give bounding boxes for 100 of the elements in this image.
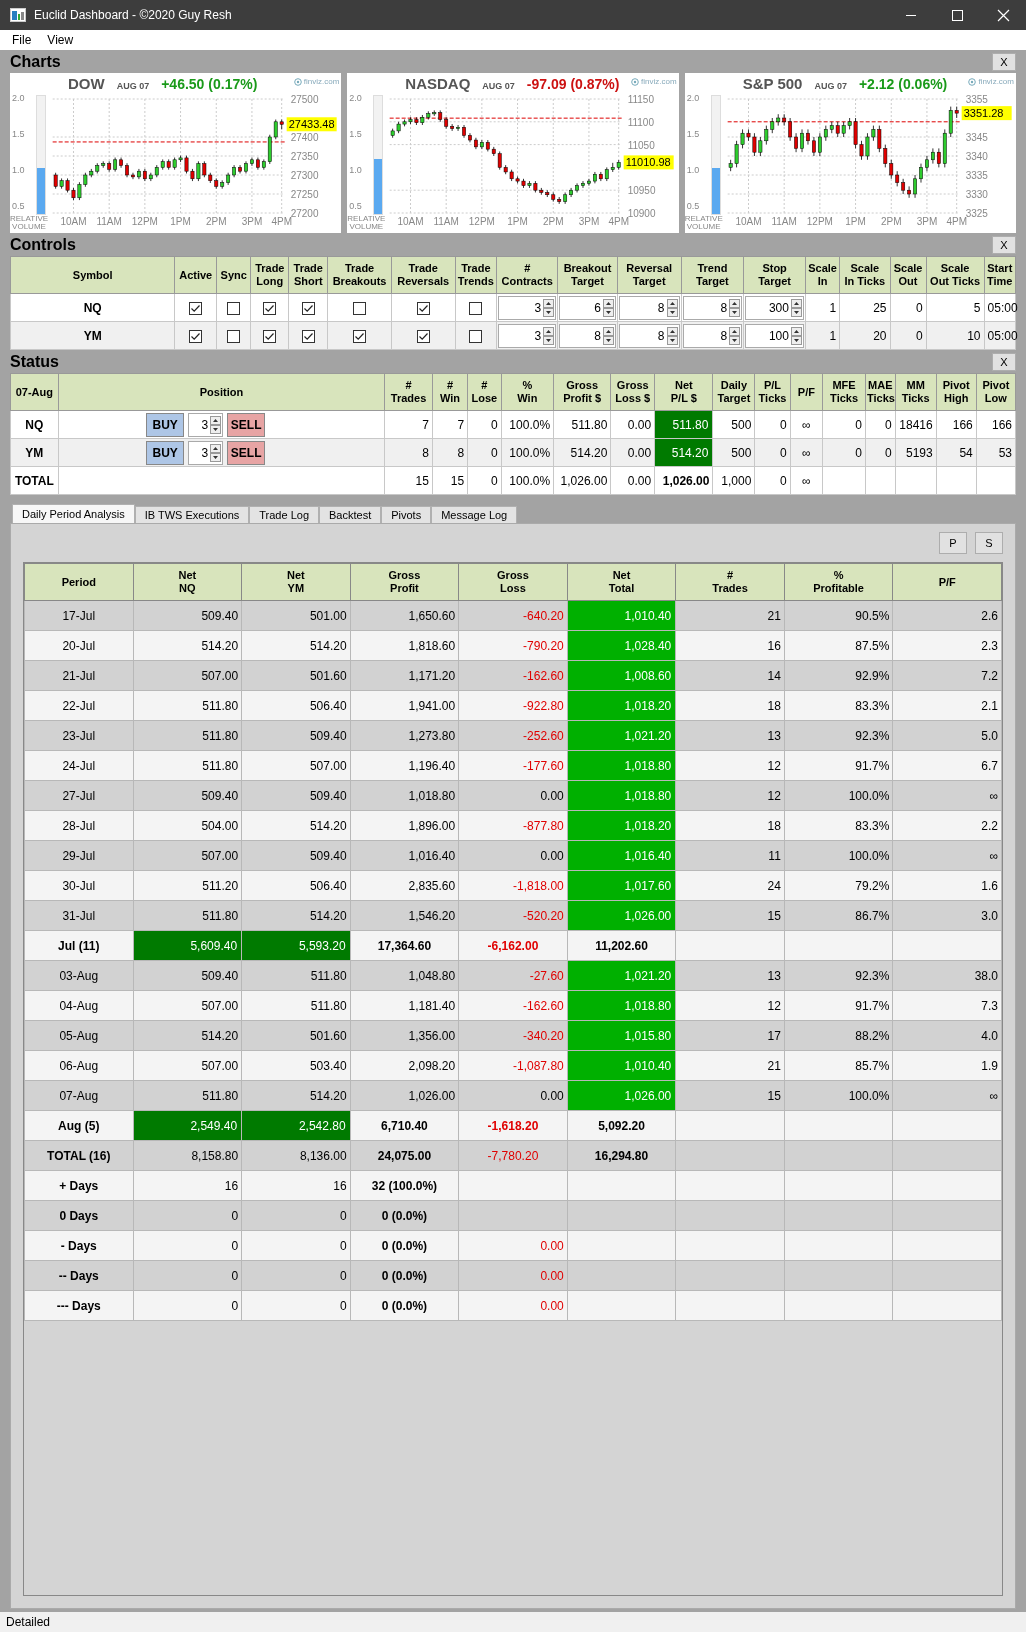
table-cell: 1,018.80 <box>567 751 676 780</box>
table-cell: 16 <box>241 1170 351 1201</box>
axis-label: 11100 <box>628 116 655 128</box>
column-header: Daily Target <box>712 373 755 411</box>
table-cell: 1 <box>805 293 840 322</box>
table-cell: 1,048.80 <box>350 960 459 991</box>
table-cell: -252.60 <box>458 720 568 751</box>
column-header: Net YM <box>241 563 351 601</box>
table-cell: 1,171.20 <box>350 660 459 691</box>
period-cell: 31-Jul <box>24 900 134 931</box>
column-header: Scale Out <box>890 256 927 294</box>
axis-label: 3345 <box>965 132 988 143</box>
table-cell: 501.60 <box>241 660 351 691</box>
table-cell: 501.00 <box>241 600 351 631</box>
period-cell: 0 Days <box>24 1200 134 1231</box>
table-cell: 90.5% <box>784 600 893 631</box>
axis-label: 12PM <box>131 216 158 227</box>
window-title: Euclid Dashboard - ©2020 Guy Resh <box>34 8 233 22</box>
table-cell: ∞ <box>892 840 1002 871</box>
table-cell: 100.0% <box>501 410 554 439</box>
table-cell: 100.0% <box>784 1080 893 1111</box>
table-cell: 83.3% <box>784 810 893 841</box>
table-cell: 514.20 <box>241 630 351 661</box>
table-cell: 1,010.40 <box>567 601 676 630</box>
column-header: Net P/L $ <box>654 373 713 411</box>
table-cell: 0 <box>822 410 866 439</box>
column-header: Pivot High <box>936 373 977 411</box>
section-title: Charts <box>10 52 61 71</box>
axis-label: 0.5 <box>12 201 25 211</box>
axis-label: 1.0 <box>686 165 700 175</box>
period-cell: --- Days <box>24 1290 134 1321</box>
table-cell: 0.00 <box>610 410 655 439</box>
period-cell: 17-Jul <box>24 600 134 631</box>
table-cell: 0.00 <box>458 1230 568 1261</box>
table-cell: -790.20 <box>458 630 568 661</box>
table-cell: 514.20 <box>655 439 713 466</box>
table-cell: 0 <box>133 1230 242 1261</box>
table-cell: 18 <box>675 690 785 721</box>
table-cell: 91.7% <box>784 990 893 1021</box>
axis-label: 1.0 <box>12 165 25 175</box>
table-cell: 509.40 <box>133 960 242 991</box>
table-cell: -877.80 <box>458 810 568 841</box>
column-header: Trade Long <box>250 256 289 294</box>
axis-label: 1PM <box>844 216 866 227</box>
table-cell: 2,542.80 <box>242 1111 350 1140</box>
table-cell: 507.00 <box>133 660 242 691</box>
table-cell: 1,008.60 <box>567 661 676 690</box>
period-cell: 20-Jul <box>24 630 134 661</box>
table-cell: 6,710.40 <box>350 1110 459 1141</box>
table-cell: 1,028.40 <box>567 631 676 660</box>
table-cell: 8,136.00 <box>241 1140 351 1171</box>
column-header: Trade Reversals <box>391 256 455 294</box>
table-cell: 11,202.60 <box>567 930 676 961</box>
table-cell: 1.9 <box>892 1050 1002 1081</box>
table-cell: 0 <box>241 1200 351 1231</box>
table-cell: 0 <box>133 1260 242 1291</box>
section-title: Controls <box>10 235 76 254</box>
column-header: P/L Ticks <box>754 373 791 411</box>
table-cell: 100.0% <box>501 466 554 495</box>
column-header: P/F <box>790 373 823 411</box>
table-cell: 15 <box>675 900 785 931</box>
column-header: % Profitable <box>784 563 893 601</box>
table-cell: 25 <box>839 293 890 322</box>
period-cell: 04-Aug <box>24 990 134 1021</box>
table-cell: 514.20 <box>553 438 611 467</box>
column-header: Trend Target <box>681 256 744 294</box>
table-cell: 100.0% <box>784 840 893 871</box>
symbol-cell: NQ <box>10 410 59 439</box>
axis-label: 27500 <box>290 94 319 105</box>
table-cell: 88.2% <box>784 1020 893 1051</box>
axis-label: 1PM <box>507 216 529 227</box>
axis-label: 1.0 <box>349 165 362 175</box>
table-cell: 16,294.80 <box>567 1140 676 1171</box>
table-cell: 0 (0.0%) <box>350 1260 459 1291</box>
axis-label: 10AM <box>735 216 762 227</box>
table-cell: 6.7 <box>892 750 1002 781</box>
table-cell: 05:00 <box>984 293 1016 322</box>
table-cell: 5,593.20 <box>242 931 350 960</box>
chart-date: AUG 07 <box>814 81 847 91</box>
table-cell: 509.40 <box>241 840 351 871</box>
axis-label: 3340 <box>965 151 988 162</box>
table-cell: -922.80 <box>458 690 568 721</box>
table-cell: -162.60 <box>458 990 568 1021</box>
column-header: # Win <box>432 373 468 411</box>
table-cell: 1,015.80 <box>567 1021 676 1050</box>
axis-label: 27350 <box>290 151 319 162</box>
period-cell: - Days <box>24 1230 134 1261</box>
period-cell: 05-Aug <box>24 1020 134 1051</box>
table-cell: 4.0 <box>892 1020 1002 1051</box>
axis-label: 1.5 <box>686 129 700 139</box>
symbol-cell: YM <box>10 438 59 467</box>
table-cell: 0 <box>133 1200 242 1231</box>
table-cell: ∞ <box>790 466 823 495</box>
table-cell: 79.2% <box>784 870 893 901</box>
table-cell: 0 <box>754 466 791 495</box>
table-cell: 1,026.00 <box>553 466 611 495</box>
symbol-cell: YM <box>10 321 175 350</box>
column-header: Pivot Low <box>976 373 1016 411</box>
table-cell: 507.00 <box>241 750 351 781</box>
table-cell: 509.40 <box>241 780 351 811</box>
